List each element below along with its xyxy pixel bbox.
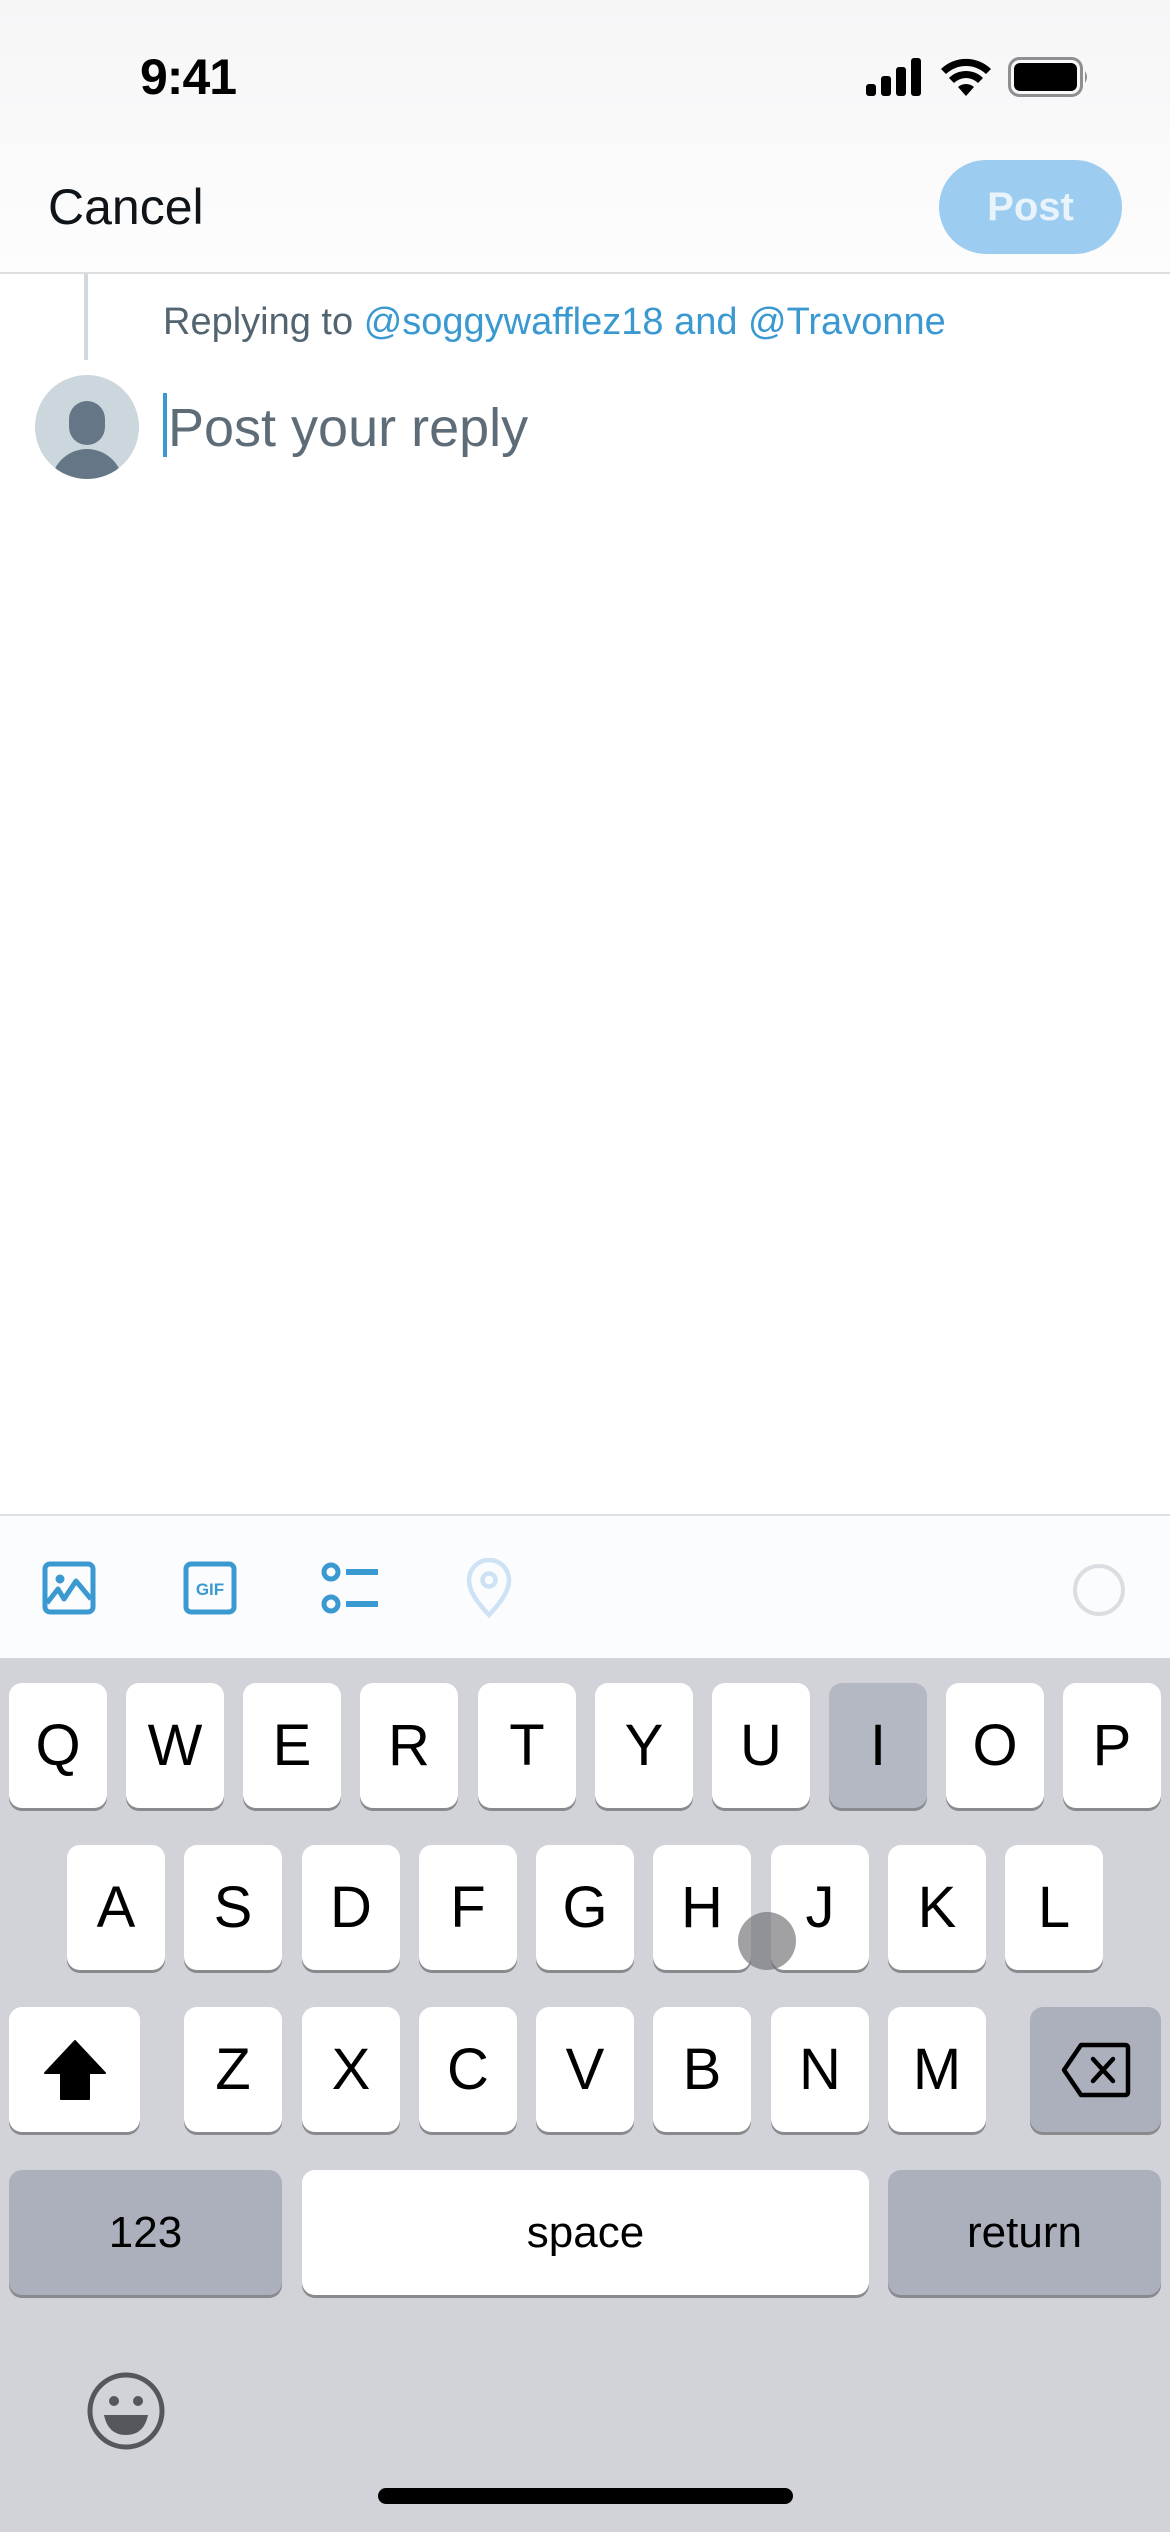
default-avatar-head-icon bbox=[69, 401, 105, 445]
key-e[interactable]: E bbox=[243, 1683, 341, 1808]
key-u[interactable]: U bbox=[712, 1683, 810, 1808]
svg-text:GIF: GIF bbox=[196, 1580, 224, 1599]
key-b[interactable]: B bbox=[653, 2007, 751, 2132]
replying-to-label: Replying to @soggywafflez18 and @Travonn… bbox=[163, 301, 946, 344]
key-x[interactable]: X bbox=[302, 2007, 400, 2132]
emoji-keyboard-icon[interactable] bbox=[86, 2371, 166, 2451]
return-key[interactable]: return bbox=[888, 2170, 1161, 2295]
touch-indicator bbox=[738, 1912, 796, 1970]
key-o[interactable]: O bbox=[946, 1683, 1044, 1808]
shift-key[interactable] bbox=[9, 2007, 140, 2132]
post-button[interactable]: Post bbox=[939, 160, 1122, 254]
status-time: 9:41 bbox=[140, 49, 237, 105]
key-w[interactable]: W bbox=[126, 1683, 224, 1808]
replying-handles-link[interactable]: @soggywafflez18 and @Travonne bbox=[364, 301, 946, 343]
key-z[interactable]: Z bbox=[184, 2007, 282, 2132]
key-r[interactable]: R bbox=[360, 1683, 458, 1808]
location-icon[interactable] bbox=[459, 1558, 519, 1618]
backspace-icon bbox=[1061, 2042, 1130, 2097]
key-d[interactable]: D bbox=[302, 1845, 400, 1970]
replying-prefix: Replying to bbox=[163, 301, 354, 343]
key-v[interactable]: V bbox=[536, 2007, 634, 2132]
key-p[interactable]: P bbox=[1063, 1683, 1161, 1808]
reply-input[interactable] bbox=[168, 388, 1068, 468]
delete-key[interactable] bbox=[1030, 2007, 1161, 2132]
key-l[interactable]: L bbox=[1005, 1845, 1103, 1970]
key-a[interactable]: A bbox=[67, 1845, 165, 1970]
gif-icon[interactable]: GIF bbox=[180, 1558, 240, 1618]
key-k[interactable]: K bbox=[888, 1845, 986, 1970]
home-indicator[interactable] bbox=[378, 2488, 793, 2504]
shift-arrow-icon bbox=[43, 2039, 106, 2100]
image-icon[interactable] bbox=[39, 1558, 99, 1618]
text-cursor bbox=[163, 393, 167, 457]
space-key[interactable]: space bbox=[302, 2170, 869, 2295]
key-t[interactable]: T bbox=[478, 1683, 576, 1808]
status-icons bbox=[866, 56, 1090, 98]
key-h[interactable]: H bbox=[653, 1845, 751, 1970]
key-i[interactable]: I bbox=[829, 1683, 927, 1808]
key-g[interactable]: G bbox=[536, 1845, 634, 1970]
key-y[interactable]: Y bbox=[595, 1683, 693, 1808]
battery-icon bbox=[1008, 57, 1087, 97]
key-c[interactable]: C bbox=[419, 2007, 517, 2132]
character-count-ring bbox=[1073, 1564, 1125, 1616]
cellular-signal-icon bbox=[866, 58, 921, 96]
key-s[interactable]: S bbox=[184, 1845, 282, 1970]
default-avatar-body-icon bbox=[51, 449, 123, 479]
wifi-icon bbox=[941, 58, 991, 96]
poll-icon[interactable] bbox=[320, 1558, 380, 1618]
header-divider bbox=[0, 272, 1170, 274]
key-q[interactable]: Q bbox=[9, 1683, 107, 1808]
cancel-button[interactable]: Cancel bbox=[48, 178, 204, 236]
keyboard: Q W E R T Y U I O P A S D F G H J K L Z … bbox=[0, 1658, 1170, 2532]
key-n[interactable]: N bbox=[771, 2007, 869, 2132]
thread-connector-line bbox=[84, 274, 88, 360]
key-f[interactable]: F bbox=[419, 1845, 517, 1970]
header-area: 9:41 Cancel Post bbox=[0, 0, 1170, 273]
key-m[interactable]: M bbox=[888, 2007, 986, 2132]
composer-toolbar: GIF bbox=[0, 1514, 1170, 1658]
avatar[interactable] bbox=[35, 375, 139, 479]
numbers-key[interactable]: 123 bbox=[9, 2170, 282, 2295]
